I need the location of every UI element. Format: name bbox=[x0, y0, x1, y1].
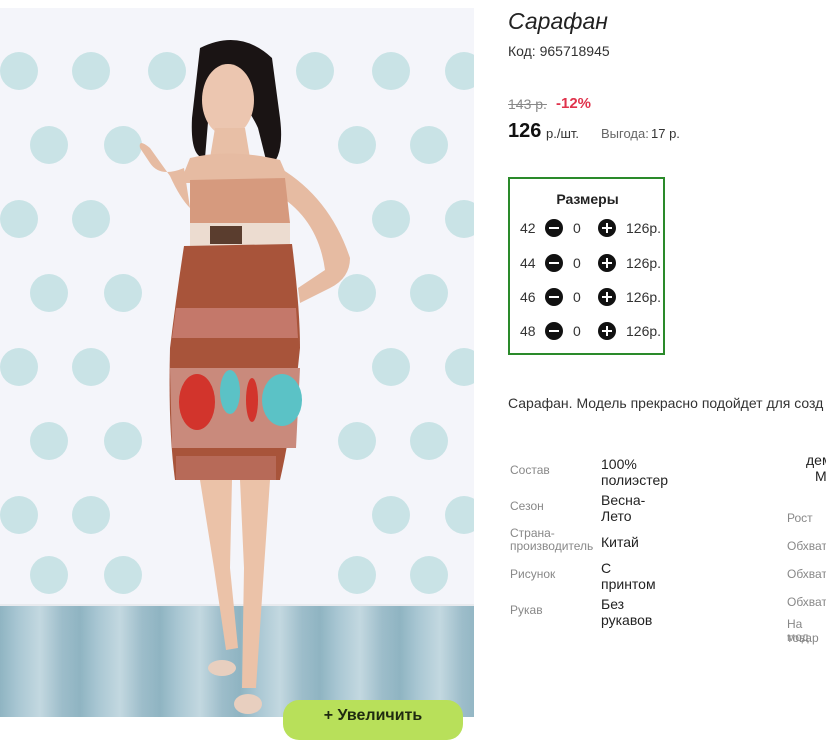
spec-value: Китай bbox=[601, 534, 639, 550]
right-spec-value: М bbox=[815, 468, 826, 484]
size-row: 48 0 126р. bbox=[520, 322, 662, 342]
minus-icon[interactable] bbox=[545, 322, 563, 340]
size-number: 46 bbox=[520, 289, 536, 305]
sizes-title: Размеры bbox=[556, 191, 619, 207]
minus-icon[interactable] bbox=[545, 254, 563, 272]
plus-icon[interactable] bbox=[598, 288, 616, 306]
spec-label: Страна-производитель bbox=[510, 526, 594, 553]
spec-label: Состав bbox=[510, 463, 550, 477]
spec-value: С принтом bbox=[601, 560, 656, 592]
right-spec-label: Рост bbox=[787, 511, 813, 525]
spec-value: Весна-Лето bbox=[601, 492, 646, 524]
spec-value: 100% полиэстер bbox=[601, 456, 669, 488]
size-quantity: 0 bbox=[573, 220, 581, 236]
size-price: 126р. bbox=[626, 255, 662, 271]
product-title: Сарафан bbox=[508, 8, 608, 34]
model-figure bbox=[139, 40, 350, 714]
size-number: 42 bbox=[520, 220, 536, 236]
minus-icon[interactable] bbox=[545, 288, 563, 306]
price-unit: р./шт. bbox=[546, 126, 580, 141]
right-spec-label: Обхват bbox=[787, 595, 826, 609]
size-quantity: 0 bbox=[573, 255, 581, 271]
plus-icon[interactable] bbox=[598, 254, 616, 272]
size-row: 46 0 126р. bbox=[520, 288, 662, 308]
benefit-label: Выгода: bbox=[601, 126, 649, 141]
spec-label: Рисунок bbox=[510, 567, 556, 581]
spec-label: Рукав bbox=[510, 603, 543, 617]
product-photo[interactable] bbox=[0, 8, 474, 717]
size-number: 48 bbox=[520, 323, 536, 339]
size-quantity: 0 bbox=[573, 323, 581, 339]
size-price: 126р. bbox=[626, 289, 662, 305]
size-row: 42 0 126р. bbox=[520, 219, 662, 239]
plus-icon[interactable] bbox=[598, 219, 616, 237]
right-spec-label: Обхват bbox=[787, 567, 826, 581]
product-code: Код: 965718945 bbox=[508, 43, 610, 59]
plus-icon[interactable] bbox=[598, 322, 616, 340]
right-spec-value: дем bbox=[806, 452, 826, 468]
zoom-button[interactable]: + Увеличить bbox=[283, 700, 463, 740]
size-row: 44 0 126р. bbox=[520, 254, 662, 274]
size-price: 126р. bbox=[626, 323, 662, 339]
benefit-value: 17 р. bbox=[651, 126, 680, 141]
spec-label: Сезон bbox=[510, 499, 544, 513]
minus-icon[interactable] bbox=[545, 219, 563, 237]
product-description: Сарафан. Модель прекрасно подойдет для с… bbox=[508, 395, 824, 411]
size-number: 44 bbox=[520, 255, 536, 271]
size-price: 126р. bbox=[626, 220, 662, 236]
right-spec-label: Обхват bbox=[787, 539, 826, 553]
sizes-panel: Размеры 42 0 126р. 44 0 126р. 46 0 126р.… bbox=[508, 177, 665, 355]
old-price: 143 р. bbox=[508, 96, 547, 112]
current-price: 126 bbox=[508, 120, 542, 142]
right-spec-label: товар bbox=[787, 631, 819, 645]
size-quantity: 0 bbox=[573, 289, 581, 305]
discount-badge: -12% bbox=[556, 95, 592, 112]
spec-value: Без рукавов bbox=[601, 596, 653, 628]
